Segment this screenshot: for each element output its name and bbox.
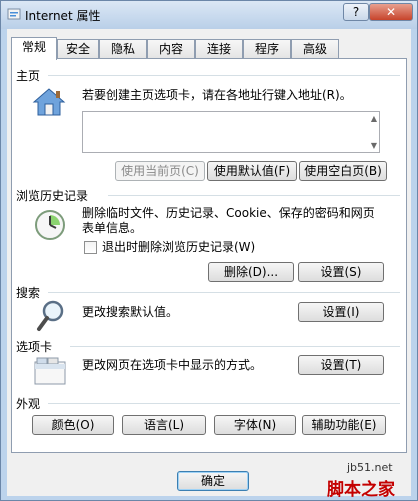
- tabs-divider: [70, 346, 400, 347]
- dialog-body: 常规 安全 隐私 内容 连接 程序 高级 主页 若要创建主页选项卡，请在各地址行…: [7, 29, 411, 500]
- delete-history-button[interactable]: 删除(D)...: [208, 262, 294, 282]
- home-address-textarea[interactable]: ▲ ▼: [82, 111, 380, 153]
- tab-content[interactable]: 内容: [147, 39, 195, 59]
- search-magnifier-icon: [37, 300, 64, 331]
- appearance-group-title: 外观: [16, 397, 41, 411]
- search-divider: [48, 292, 400, 293]
- appearance-divider: [48, 403, 400, 404]
- title-bar[interactable]: Internet 属性 ? ✕: [1, 1, 417, 29]
- close-button[interactable]: ✕: [369, 3, 413, 21]
- fonts-button[interactable]: 字体(N): [214, 415, 296, 435]
- tab-security[interactable]: 安全: [57, 39, 99, 59]
- tab-privacy[interactable]: 隐私: [99, 39, 147, 59]
- use-default-button[interactable]: 使用默认值(F): [207, 161, 297, 181]
- delete-history-on-exit-label[interactable]: 退出时删除浏览历史记录(W): [102, 239, 255, 255]
- tabbed-browsing-icon: [34, 357, 66, 385]
- tab-programs[interactable]: 程序: [243, 39, 291, 59]
- general-tab-panel: 主页 若要创建主页选项卡，请在各地址行键入地址(R)。 ▲ ▼ 使用当前页(C)…: [11, 58, 407, 453]
- tab-general[interactable]: 常规: [11, 37, 57, 60]
- tabs-group-title: 选项卡: [16, 340, 53, 354]
- history-settings-button[interactable]: 设置(S): [298, 262, 384, 282]
- accessibility-button[interactable]: 辅助功能(E): [302, 415, 386, 435]
- home-divider: [48, 75, 400, 76]
- scroll-up-arrow-icon[interactable]: ▲: [371, 114, 377, 123]
- scroll-down-arrow-icon[interactable]: ▼: [371, 141, 377, 150]
- ok-button[interactable]: 确定: [177, 471, 249, 491]
- tab-strip: 常规 安全 隐私 内容 连接 程序 高级: [11, 37, 407, 60]
- internet-options-icon: [7, 8, 21, 20]
- home-description: 若要创建主页选项卡，请在各地址行键入地址(R)。: [82, 88, 352, 102]
- search-settings-button[interactable]: 设置(I): [298, 302, 384, 322]
- use-current-button[interactable]: 使用当前页(C): [115, 161, 205, 181]
- history-clock-icon: [35, 210, 65, 240]
- help-button[interactable]: ?: [343, 3, 369, 21]
- tab-connections[interactable]: 连接: [195, 39, 243, 59]
- watermark-name: 脚本之家: [327, 480, 395, 500]
- history-description-line2: 表单信息。: [82, 221, 143, 235]
- home-icon: [32, 88, 66, 116]
- history-divider: [108, 195, 400, 196]
- history-description-line1: 删除临时文件、历史记录、Cookie、保存的密码和网页: [82, 206, 375, 220]
- tabs-settings-button[interactable]: 设置(T): [298, 355, 384, 375]
- internet-properties-dialog: Internet 属性 ? ✕ 常规 安全 隐私 内容 连接 程序 高级 主页 …: [0, 0, 418, 501]
- home-group-title: 主页: [16, 69, 41, 83]
- watermark-site: jb51.net: [347, 461, 393, 474]
- use-blank-button[interactable]: 使用空白页(B): [299, 161, 387, 181]
- languages-button[interactable]: 语言(L): [122, 415, 206, 435]
- history-group-title: 浏览历史记录: [16, 189, 89, 203]
- colors-button[interactable]: 颜色(O): [32, 415, 114, 435]
- search-description: 更改搜索默认值。: [82, 305, 179, 319]
- window-title: Internet 属性: [25, 9, 101, 23]
- tab-advanced[interactable]: 高级: [291, 39, 339, 59]
- delete-history-on-exit-checkbox[interactable]: [84, 241, 97, 254]
- tabs-description: 更改网页在选项卡中显示的方式。: [82, 358, 263, 372]
